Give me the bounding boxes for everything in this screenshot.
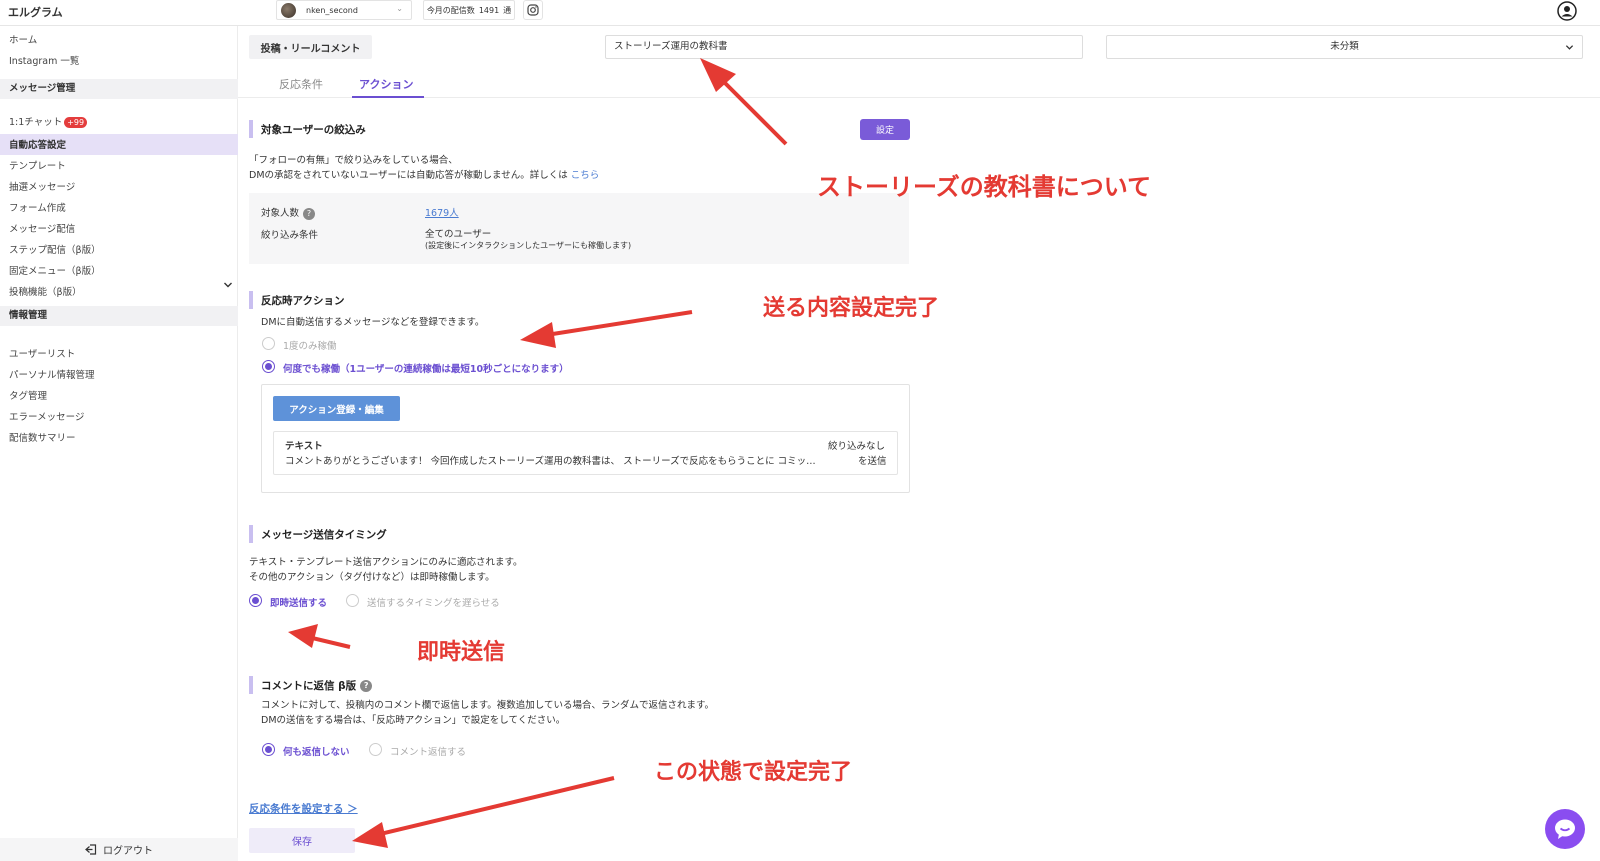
radio-once-label: 1度のみ稼働 bbox=[283, 341, 337, 352]
sidebar-item-home[interactable]: ホーム bbox=[9, 32, 37, 46]
category-select[interactable]: 未分類 bbox=[1106, 35, 1583, 59]
sidebar: ホーム Instagram 一覧 メッセージ管理 1:1チャット +99 自動応答… bbox=[0, 26, 238, 861]
section-accent-bar bbox=[249, 291, 253, 309]
count-label: 今月の配信数 bbox=[426, 5, 475, 15]
target-count-label-text: 対象人数 bbox=[261, 208, 300, 219]
filter-section-title: 対象ユーザーの絞込み bbox=[261, 124, 366, 136]
trigger-type-pill: 投稿・リールコメント bbox=[249, 35, 372, 59]
chevron-down-icon: ⌄ bbox=[396, 4, 403, 13]
tab-divider bbox=[238, 97, 1600, 98]
brand-logo[interactable]: エルグラム bbox=[8, 4, 63, 20]
filter-note-text: DMの承認をされていないユーザーには自動応答が稼動しません。詳しくは bbox=[249, 170, 568, 181]
timing-section-title: メッセージ送信タイミング bbox=[261, 529, 387, 541]
radio-many[interactable] bbox=[262, 360, 275, 373]
timing-desc-1: テキスト・テンプレート送信アクションにのみに適応されます。 bbox=[249, 557, 523, 568]
filter-note-1: 「フォローの有無」で絞り込みをしている場合、 bbox=[249, 155, 458, 166]
instagram-icon[interactable] bbox=[523, 0, 543, 20]
help-icon[interactable]: ? bbox=[303, 207, 316, 220]
account-name: nken_second bbox=[306, 5, 358, 15]
filter-condition-label: 絞り込み条件 bbox=[261, 230, 319, 241]
radio-once[interactable] bbox=[262, 337, 275, 350]
sidebar-section-info: 情報管理 bbox=[0, 306, 238, 326]
section-accent-bar bbox=[249, 676, 253, 694]
radio-comment-reply[interactable] bbox=[369, 743, 382, 756]
target-count-value[interactable]: 1679人 bbox=[425, 205, 459, 219]
tab-reaction-condition[interactable]: 反応条件 bbox=[279, 76, 323, 92]
sidebar-item-template[interactable]: テンプレート bbox=[9, 158, 66, 172]
account-selector[interactable]: nken_second ⌄ bbox=[276, 0, 412, 20]
sidebar-item-broadcast[interactable]: メッセージ配信 bbox=[9, 221, 75, 235]
chat-bubble-icon bbox=[1555, 819, 1575, 839]
top-bar: エルグラム nken_second ⌄ 今月の配信数 1491 通 bbox=[0, 0, 1600, 26]
radio-comment-reply-label: コメント返信する bbox=[390, 747, 467, 758]
account-avatar bbox=[281, 2, 296, 18]
reaction-section-title: 反応時アクション bbox=[261, 295, 345, 307]
comment-reply-section-title: コメントに返信 β版? bbox=[261, 678, 373, 693]
comment-reply-desc-1: コメントに対して、投稿内のコメント欄で返信します。複数追加している場合、ランダム… bbox=[261, 700, 715, 711]
radio-many-label: 何度でも稼働（1ユーザーの連続稼働は最短10秒ごとになります） bbox=[283, 364, 569, 375]
comment-reply-title-text: コメントに返信 β版 bbox=[261, 680, 357, 692]
tab-active-indicator bbox=[352, 96, 424, 98]
radio-no-reply-label: 何も返信しない bbox=[283, 747, 350, 758]
sidebar-item-step[interactable]: ステップ配信（β版） bbox=[9, 242, 101, 256]
save-button[interactable]: 保存 bbox=[249, 828, 355, 853]
annotation-text: ストーリーズの教科書について bbox=[817, 173, 1152, 201]
sidebar-item-user-list[interactable]: ユーザーリスト bbox=[9, 346, 75, 360]
tab-action[interactable]: アクション bbox=[359, 76, 413, 92]
comment-reply-desc-2: DMの送信をする場合は、「反応時アクション」で設定をしてください。 bbox=[261, 715, 566, 726]
sidebar-item-lottery[interactable]: 抽選メッセージ bbox=[9, 179, 75, 193]
sidebar-item-error-msg[interactable]: エラーメッセージ bbox=[9, 409, 84, 423]
set-condition-link[interactable]: 反応条件を設定する ＞ bbox=[249, 801, 358, 816]
chevron-down-icon bbox=[1565, 45, 1574, 50]
count-value: 1491 bbox=[478, 5, 500, 15]
action-register-button[interactable]: アクション登録・編集 bbox=[273, 396, 400, 421]
target-count-label: 対象人数? bbox=[261, 205, 316, 220]
details-link[interactable]: こちら bbox=[571, 170, 600, 181]
user-profile-icon[interactable] bbox=[1557, 1, 1577, 21]
message-card-body: コメントありがとうございます！ 今回作成したストーリーズ運用の教科書は、 ストー… bbox=[285, 456, 816, 467]
radio-send-now[interactable] bbox=[249, 594, 262, 607]
sidebar-section-message: メッセージ管理 bbox=[0, 79, 238, 99]
annotation-text: この状態で設定完了 bbox=[654, 760, 853, 785]
message-card-filter: 絞り込みなし bbox=[828, 441, 886, 452]
sidebar-item-summary[interactable]: 配信数サマリー bbox=[9, 430, 76, 444]
radio-send-delay[interactable] bbox=[346, 594, 359, 607]
chevron-down-icon[interactable] bbox=[223, 280, 233, 290]
sidebar-item-personal-info[interactable]: パーソナル情報管理 bbox=[9, 367, 95, 381]
logout-icon bbox=[85, 844, 97, 855]
filter-set-button[interactable]: 設定 bbox=[860, 119, 910, 140]
sidebar-item-auto-reply[interactable]: 自動応答設定 bbox=[9, 137, 66, 151]
sidebar-item-post-feature[interactable]: 投稿機能（β版） bbox=[9, 284, 82, 298]
annotation-text: 即時送信 bbox=[417, 640, 506, 665]
section-accent-bar bbox=[249, 120, 253, 138]
filter-condition-note: (設定後にインタラクションしたユーザーにも稼働します) bbox=[425, 241, 632, 250]
sidebar-item-tag[interactable]: タグ管理 bbox=[9, 388, 47, 402]
notification-badge: +99 bbox=[64, 117, 88, 128]
help-icon[interactable]: ? bbox=[360, 680, 373, 692]
timing-desc-2: その他のアクション（タグ付けなど）は即時稼働します。 bbox=[249, 572, 495, 583]
sidebar-item-label: 1:1チャット bbox=[9, 117, 63, 128]
section-accent-bar bbox=[249, 525, 253, 543]
annotation-text: 送る内容設定完了 bbox=[763, 296, 940, 321]
filter-condition-value: 全てのユーザー bbox=[425, 229, 492, 240]
logout-button[interactable]: ログアウト bbox=[0, 838, 238, 861]
category-value: 未分類 bbox=[1330, 41, 1359, 52]
count-unit: 通 bbox=[503, 5, 512, 15]
radio-send-now-label: 即時送信する bbox=[270, 598, 328, 609]
chat-support-button[interactable] bbox=[1545, 809, 1585, 849]
radio-no-reply[interactable] bbox=[262, 743, 275, 756]
message-card-type: テキスト bbox=[285, 441, 323, 452]
filter-note-2: DMの承認をされていないユーザーには自動応答が稼動しません。詳しくは こちら bbox=[249, 167, 599, 181]
sidebar-item-instagram-list[interactable]: Instagram 一覧 bbox=[9, 53, 79, 67]
title-input[interactable]: ストーリーズ運用の教科書 bbox=[605, 35, 1083, 59]
monthly-count: 今月の配信数 1491 通 bbox=[423, 0, 515, 20]
sidebar-item-fixed-menu[interactable]: 固定メニュー（β版） bbox=[9, 263, 101, 277]
sidebar-item-form[interactable]: フォーム作成 bbox=[9, 200, 66, 214]
radio-send-delay-label: 送信するタイミングを遅らせる bbox=[367, 598, 500, 609]
reaction-desc: DMに自動送信するメッセージなどを登録できます。 bbox=[261, 317, 485, 328]
message-card-send: を送信 bbox=[858, 456, 887, 467]
filter-info-box bbox=[249, 193, 909, 264]
logout-label: ログアウト bbox=[103, 846, 153, 857]
sidebar-item-chat[interactable]: 1:1チャット +99 bbox=[9, 114, 88, 128]
